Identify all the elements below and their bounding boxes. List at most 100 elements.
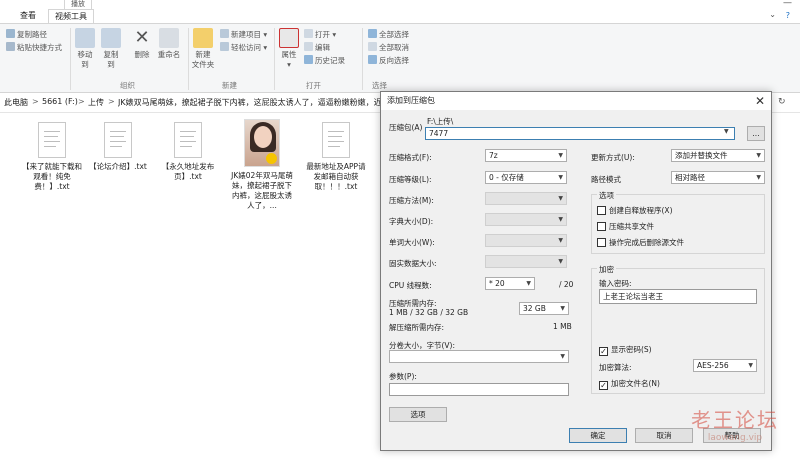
archive-label: 压缩包(A) (389, 123, 423, 132)
easy-access-button[interactable]: 轻松访问 ▾ (220, 42, 267, 53)
easy-access-label: 轻松访问 (231, 43, 261, 52)
parameters-label: 参数(P): (389, 372, 417, 381)
watermark-url: laowang.vip (707, 433, 763, 443)
browse-button[interactable]: ... (747, 126, 765, 141)
chevron-down-icon: ▼ (558, 152, 563, 159)
file-item[interactable]: JK婊02年双马尾萌妹，撩起裙子脱下内裤，这屁股太诱人了，... (230, 119, 294, 211)
properties-label: 属性 (281, 50, 297, 59)
edit-button[interactable]: 编辑 (304, 42, 330, 53)
show-password-label: 显示密码(S) (611, 345, 652, 354)
update-mode-value: 添加并替换文件 (675, 151, 728, 160)
move-to-button[interactable]: 移动到 (74, 28, 96, 70)
tab-video-tools[interactable]: 视频工具 (48, 9, 94, 23)
properties-button[interactable]: 属性 ▾ (278, 28, 300, 70)
breadcrumb-folder[interactable]: JK婊双马尾萌妹，撩起裙子脱下内裤，这屁股太诱人了，逼逼粉嫩粉嫩，近距离 (118, 97, 380, 108)
archive-name-input[interactable]: 7477 (425, 127, 735, 140)
breadcrumb-separator: > (32, 97, 39, 106)
invert-selection-button[interactable]: 反向选择 (368, 55, 409, 66)
file-item[interactable]: 最新地址及APP请发邮箱自动获取！！！.txt (304, 122, 368, 192)
delete-button[interactable]: ✕ 删除 (132, 28, 152, 60)
archive-path: F:\上传\ (427, 117, 454, 126)
file-item[interactable]: 【永久地址发布页】.txt (156, 122, 220, 182)
tab-view[interactable]: 查看 (14, 9, 42, 23)
add-to-archive-dialog: 添加到压缩包 ✕ 压缩包(A) F:\上传\ 7477 ▼ ... 压缩格式(F… (380, 91, 772, 451)
rename-button[interactable]: 重命名 (156, 28, 182, 60)
format-select[interactable]: 7z ▼ (485, 149, 567, 162)
checkmark-icon: ✓ (599, 347, 608, 356)
level-select[interactable]: 0 - 仅存储 ▼ (485, 171, 567, 184)
breadcrumb-upload[interactable]: 上传 (88, 97, 104, 108)
file-item[interactable]: 【论坛介绍】.txt (86, 122, 150, 172)
ok-button[interactable]: 确定 (569, 428, 627, 443)
split-volume-input[interactable]: ▼ (389, 350, 569, 363)
new-item-label: 新建项目 (231, 30, 261, 39)
delete-after-checkbox[interactable]: 操作完成后删除源文件 (597, 237, 684, 248)
decompress-memory-value: 1 MB (553, 322, 572, 331)
compress-memory-detail: 1 MB / 32 GB / 32 GB (389, 308, 469, 317)
move-to-icon (75, 28, 95, 48)
copy-to-button[interactable]: 复制到 (100, 28, 122, 70)
help-icon[interactable]: ? (786, 11, 790, 20)
player-badge-icon (266, 153, 277, 164)
history-icon (304, 55, 313, 64)
dialog-titlebar[interactable]: 添加到压缩包 (381, 92, 771, 110)
window-titlebar: 播放 — (0, 0, 800, 9)
path-mode-select[interactable]: 相对路径 ▼ (671, 171, 765, 184)
paste-shortcut-button[interactable]: 粘贴快捷方式 (6, 42, 62, 53)
dictionary-select: ▼ (485, 213, 567, 226)
ribbon-context-tab[interactable]: 播放 (64, 0, 92, 9)
refresh-icon[interactable]: ↻ (778, 97, 786, 107)
update-mode-select[interactable]: 添加并替换文件 ▼ (671, 149, 765, 162)
text-file-icon (38, 122, 66, 158)
new-item-button[interactable]: 新建项目 ▾ (220, 29, 267, 40)
sfx-label: 创建自释放程序(X) (609, 206, 673, 215)
select-none-label: 全部取消 (379, 43, 409, 52)
level-label: 压缩等级(L): (389, 175, 432, 184)
password-label: 输入密码: (599, 279, 632, 288)
parameters-input[interactable] (389, 383, 569, 396)
checkbox-icon (597, 238, 606, 247)
file-name: 【永久地址发布页】.txt (161, 162, 215, 181)
invert-selection-label: 反向选择 (379, 56, 409, 65)
sfx-checkbox[interactable]: 创建自释放程序(X) (597, 205, 673, 216)
cpu-threads-value: * 20 (489, 279, 505, 288)
text-file-icon (174, 122, 202, 158)
encryption-method-label: 加密算法: (599, 363, 632, 372)
invert-selection-icon (368, 55, 377, 64)
update-mode-label: 更新方式(U): (591, 153, 635, 162)
encryption-method-select[interactable]: AES-256 ▼ (693, 359, 757, 372)
show-password-checkbox[interactable]: ✓ 显示密码(S) (599, 344, 652, 356)
cpu-threads-select[interactable]: * 20 ▼ (485, 277, 535, 290)
options-button[interactable]: 选项 (389, 407, 447, 422)
select-none-button[interactable]: 全部取消 (368, 42, 409, 53)
delete-label: 删除 (134, 50, 150, 59)
word-size-label: 单词大小(W): (389, 238, 435, 247)
chevron-down-icon[interactable]: ⌄ (769, 10, 776, 19)
rename-icon (159, 28, 179, 48)
breadcrumb-this-pc[interactable]: 此电脑 (4, 97, 28, 108)
chevron-down-icon[interactable]: ▼ (724, 128, 729, 135)
options-group-title: 选项 (597, 190, 616, 201)
file-item[interactable]: 【来了就能下载和观看！纯免费！】.txt (20, 122, 84, 192)
decompress-memory-label: 解压缩所需内存: (389, 323, 445, 332)
chevron-down-icon: ▼ (560, 305, 565, 312)
new-folder-label: 新建 文件夹 (191, 50, 215, 69)
breadcrumb-drive[interactable]: 5661 (F:) (42, 97, 78, 106)
new-folder-button[interactable]: 新建 文件夹 (190, 28, 216, 70)
nav-pane-edge (0, 113, 6, 463)
minimize-icon[interactable]: — (783, 0, 792, 8)
select-all-button[interactable]: 全部选择 (368, 29, 409, 40)
file-name: 【论坛介绍】.txt (89, 162, 147, 171)
copy-path-button[interactable]: 复制路径 (6, 29, 47, 40)
history-button[interactable]: 历史记录 (304, 55, 345, 66)
format-label: 压缩格式(F): (389, 153, 432, 162)
level-value: 0 - 仅存储 (489, 173, 524, 182)
new-item-icon (220, 29, 229, 38)
compress-memory-select[interactable]: 32 GB ▼ (519, 302, 569, 315)
open-button[interactable]: 打开 ▾ (304, 29, 336, 40)
encrypt-names-checkbox[interactable]: ✓ 加密文件名(N) (599, 378, 660, 390)
password-input[interactable]: 上老王论坛当老王 (599, 289, 757, 304)
close-icon[interactable]: ✕ (755, 94, 765, 108)
shared-files-label: 压缩共享文件 (609, 222, 654, 231)
shared-files-checkbox[interactable]: 压缩共享文件 (597, 221, 654, 232)
